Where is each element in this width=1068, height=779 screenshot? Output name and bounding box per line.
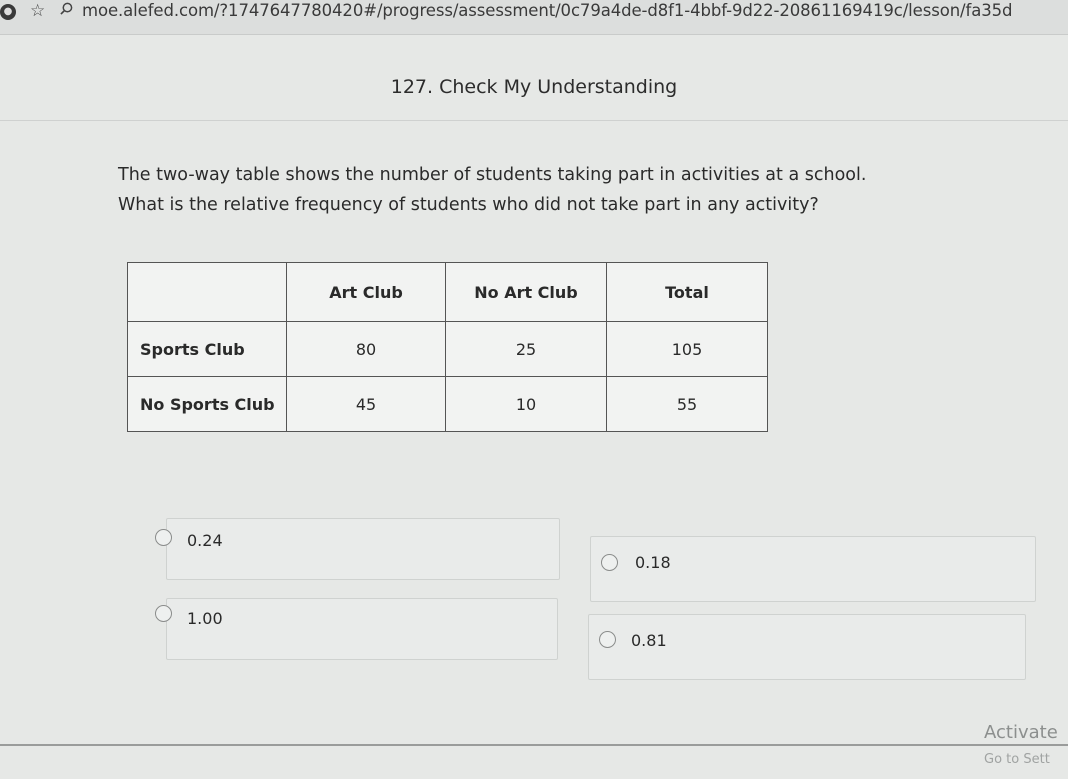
question-text: The two-way table shows the number of st… [118,160,866,220]
table-header-row: Art Club No Art Club Total [127,262,768,322]
answer-option-b[interactable]: 0.18 [590,536,1036,602]
option-label: 0.24 [187,531,223,550]
table-cell: 10 [445,376,607,432]
title-divider [0,120,1068,121]
page-title: 127. Check My Understanding [390,76,678,98]
table-cell: 105 [606,321,768,377]
radio-button[interactable] [155,529,172,546]
table-cell: 80 [286,321,446,377]
radio-button[interactable] [601,554,618,571]
table-header-art-club: Art Club [286,262,446,322]
table-cell: 25 [445,321,607,377]
table-cell: 45 [286,376,446,432]
row-label-no-sports-club: No Sports Club [127,376,287,432]
activate-watermark: Activate [984,722,1058,743]
table-header-total: Total [606,262,768,322]
table-row: No Sports Club 45 10 55 [127,376,768,432]
extension-icon[interactable]: ● [0,4,16,20]
table-header-no-art-club: No Art Club [445,262,607,322]
bookmark-star-icon[interactable]: ☆ [30,1,45,21]
option-label: 0.18 [635,553,671,572]
table-row: Sports Club 80 25 105 [127,321,768,377]
question-line-1: The two-way table shows the number of st… [118,165,867,185]
option-label: 1.00 [187,609,223,628]
table-cell: 55 [606,376,768,432]
answer-option-c[interactable]: 1.00 [155,598,558,660]
url-text[interactable]: moe.alefed.com/?1747647780420#/progress/… [82,1,1013,20]
settings-watermark: Go to Sett [984,752,1050,767]
answer-option-a[interactable]: 0.24 [155,518,560,580]
bottom-divider [0,744,1068,746]
option-label: 0.81 [631,631,667,650]
answer-option-d[interactable]: 0.81 [588,614,1026,680]
search-icon [60,2,73,15]
two-way-table: Art Club No Art Club Total Sports Club 8… [127,262,768,432]
row-label-sports-club: Sports Club [127,321,287,377]
question-line-2: What is the relative frequency of studen… [118,195,819,215]
radio-button[interactable] [155,605,172,622]
table-corner-cell [127,262,287,322]
radio-button[interactable] [599,631,616,648]
address-bar[interactable]: ● ☆ moe.alefed.com/?1747647780420#/progr… [0,0,1068,35]
